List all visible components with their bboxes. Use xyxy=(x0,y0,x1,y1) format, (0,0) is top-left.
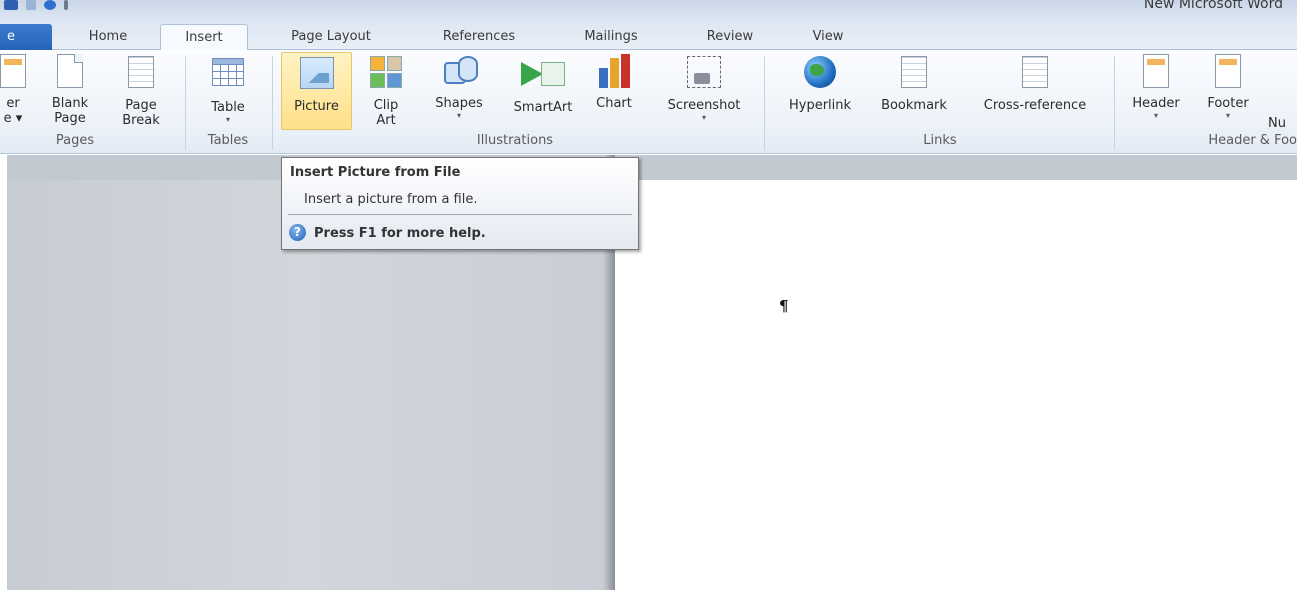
chart-icon xyxy=(594,54,634,88)
bookmark-button[interactable]: Bookmark xyxy=(868,54,960,113)
smartart-icon xyxy=(521,58,565,88)
picture-button[interactable]: Picture xyxy=(281,52,352,130)
tooltip-description: Insert a picture from a file. xyxy=(304,192,478,207)
header-label: Header xyxy=(1132,96,1180,111)
screenshot-label: Screenshot xyxy=(667,98,741,113)
clip-art-button[interactable]: Clip Art xyxy=(357,54,415,128)
ribbon-tab-row: e Home Insert Page Layout References Mai… xyxy=(0,22,1297,52)
chart-button[interactable]: Chart xyxy=(587,54,641,111)
picture-icon xyxy=(299,57,334,89)
shapes-dropdown-arrow: ▾ xyxy=(456,111,461,120)
blank-page-label-2: Page xyxy=(54,111,86,126)
qat-dropdown-icon[interactable] xyxy=(64,0,68,10)
tab-view[interactable]: View xyxy=(798,24,858,50)
undo-icon[interactable] xyxy=(26,0,36,10)
bookmark-icon xyxy=(901,56,927,88)
tab-file[interactable]: e xyxy=(0,24,52,50)
tooltip-divider xyxy=(288,214,632,215)
table-label: Table xyxy=(211,100,245,115)
tab-references[interactable]: References xyxy=(420,24,538,50)
header-dropdown-arrow: ▾ xyxy=(1153,111,1158,120)
blank-page-icon xyxy=(57,54,83,88)
page-number-button[interactable]: Nu xyxy=(1268,116,1297,131)
clip-art-icon xyxy=(370,56,402,88)
group-label-illustrations: Illustrations xyxy=(476,133,554,148)
clip-art-label: Clip xyxy=(373,98,399,113)
group-label-header-footer: Header & Foo xyxy=(1208,133,1297,148)
chart-label: Chart xyxy=(596,96,632,111)
table-button[interactable]: Table ▾ xyxy=(196,54,260,125)
shapes-button[interactable]: Shapes ▾ xyxy=(425,54,493,121)
group-separator xyxy=(185,56,186,150)
tab-review[interactable]: Review xyxy=(690,24,770,50)
tooltip-title: Insert Picture from File xyxy=(290,165,461,180)
ribbon: er e ▾ Blank Page Page Break Pages Table… xyxy=(0,50,1297,154)
footer-button[interactable]: Footer ▾ xyxy=(1196,54,1260,121)
tab-page-layout[interactable]: Page Layout xyxy=(270,24,392,50)
screenshot-icon xyxy=(687,56,721,88)
cover-page-label: er xyxy=(6,96,20,111)
hyperlink-button[interactable]: Hyperlink xyxy=(774,54,866,113)
group-label-pages: Pages xyxy=(55,133,95,148)
left-edge xyxy=(0,155,7,590)
group-separator xyxy=(272,56,273,150)
group-separator xyxy=(764,56,765,150)
cross-reference-button[interactable]: Cross-reference xyxy=(964,54,1106,113)
footer-icon xyxy=(1215,54,1241,88)
cross-reference-icon xyxy=(1022,56,1048,88)
save-icon[interactable] xyxy=(4,0,18,10)
bookmark-label: Bookmark xyxy=(881,98,947,113)
smartart-button[interactable]: SmartArt xyxy=(497,54,589,115)
tab-mailings[interactable]: Mailings xyxy=(565,24,657,50)
clip-art-label-2: Art xyxy=(376,113,396,128)
window-title: New Microsoft Word xyxy=(1143,0,1283,12)
page-break-button[interactable]: Page Break xyxy=(113,54,169,128)
smartart-label: SmartArt xyxy=(513,100,573,115)
tooltip-help-text: Press F1 for more help. xyxy=(314,226,486,241)
picture-label: Picture xyxy=(294,99,339,114)
page-break-icon xyxy=(128,56,154,88)
page-break-label: Page xyxy=(125,98,157,113)
footer-label: Footer xyxy=(1207,96,1249,111)
table-dropdown-arrow: ▾ xyxy=(225,115,230,124)
cover-page-button[interactable]: er e ▾ xyxy=(0,54,32,126)
screenshot-button[interactable]: Screenshot ▾ xyxy=(652,54,756,123)
tab-insert[interactable]: Insert xyxy=(160,24,248,52)
title-bar: New Microsoft Word xyxy=(0,0,1297,22)
page-top-margin-strip xyxy=(615,155,1297,180)
screenshot-dropdown-arrow: ▾ xyxy=(701,113,706,122)
redo-icon[interactable] xyxy=(44,0,56,10)
cover-page-label-2: e ▾ xyxy=(3,111,23,126)
picture-tooltip: Insert Picture from File Insert a pictur… xyxy=(281,157,639,250)
table-icon xyxy=(212,58,244,86)
header-button[interactable]: Header ▾ xyxy=(1124,54,1188,121)
footer-dropdown-arrow: ▾ xyxy=(1225,111,1230,120)
shapes-label: Shapes xyxy=(435,96,483,111)
blank-page-button[interactable]: Blank Page xyxy=(44,54,96,126)
group-label-links: Links xyxy=(923,133,957,148)
paragraph-mark: ¶ xyxy=(779,297,789,315)
tab-home[interactable]: Home xyxy=(80,24,136,50)
page-number-label: Nu xyxy=(1268,116,1286,131)
document-page[interactable] xyxy=(615,180,1297,590)
page-break-label-2: Break xyxy=(122,113,160,128)
blank-page-label: Blank xyxy=(51,96,89,111)
group-separator xyxy=(1114,56,1115,150)
hyperlink-label: Hyperlink xyxy=(788,98,852,113)
cover-page-icon xyxy=(0,54,26,88)
group-label-tables: Tables xyxy=(207,133,249,148)
shapes-icon xyxy=(442,54,482,88)
hyperlink-icon xyxy=(804,56,836,88)
header-icon xyxy=(1143,54,1169,88)
quick-access-toolbar xyxy=(4,0,68,20)
cross-reference-label: Cross-reference xyxy=(983,98,1087,113)
help-icon: ? xyxy=(289,224,306,241)
